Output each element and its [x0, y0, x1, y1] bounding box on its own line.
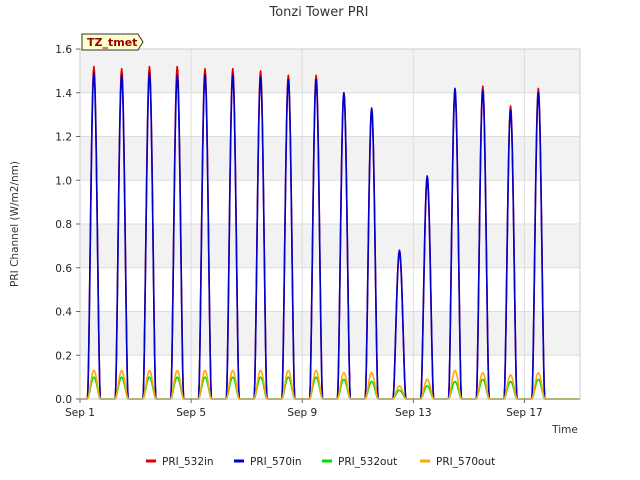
legend-label: PRI_532in — [162, 456, 214, 468]
y-tick-label: 1.6 — [55, 44, 72, 56]
legend-label: PRI_532out — [338, 456, 397, 468]
legend: PRI_532in PRI_570in PRI_532out PRI_570out — [146, 456, 495, 468]
y-tick-label: 0.4 — [55, 307, 72, 319]
plot-band — [80, 267, 580, 312]
y-tick-label: 0.6 — [55, 263, 72, 275]
plot-band — [80, 224, 580, 268]
y-tick-label: 0.2 — [55, 350, 72, 362]
chart-title: Tonzi Tower PRI — [269, 5, 369, 20]
y-tick-label: 1.4 — [55, 88, 72, 100]
tag-box: TZ_tmet — [81, 33, 144, 51]
y-tick-label: 0.0 — [55, 394, 72, 406]
plot-band — [80, 92, 580, 137]
y-tick-label: 1.2 — [55, 132, 72, 144]
legend-label: PRI_570out — [436, 456, 495, 468]
y-tick-label: 0.8 — [55, 219, 72, 231]
x-tick-label: Sep 5 — [176, 407, 206, 419]
x-tick-label: Sep 13 — [395, 407, 432, 419]
plot-band — [80, 180, 580, 224]
y-axis-ticks: 0.0 0.2 0.4 0.6 0.8 1.0 1.2 1.4 1.6 — [55, 44, 80, 406]
legend-label: PRI_570in — [250, 456, 302, 468]
x-axis-label: Time — [551, 424, 578, 436]
x-axis-ticks: Sep 1 Sep 5 Sep 9 Sep 13 Sep 17 — [65, 399, 543, 419]
y-tick-label: 1.0 — [55, 175, 72, 187]
y-axis-label: PRI Channel (W/m2/nm) — [9, 161, 21, 287]
pri-chart: Tonzi Tower PRI 0.0 0.2 0.4 0.6 0.8 1.0 1.2 1.4… — [9, 5, 581, 468]
x-tick-label: Sep 17 — [506, 407, 543, 419]
tag-label: TZ_tmet — [87, 36, 137, 49]
plot-band — [80, 136, 580, 181]
x-tick-label: Sep 9 — [287, 407, 317, 419]
plot-band — [80, 49, 580, 93]
x-tick-label: Sep 1 — [65, 407, 95, 419]
